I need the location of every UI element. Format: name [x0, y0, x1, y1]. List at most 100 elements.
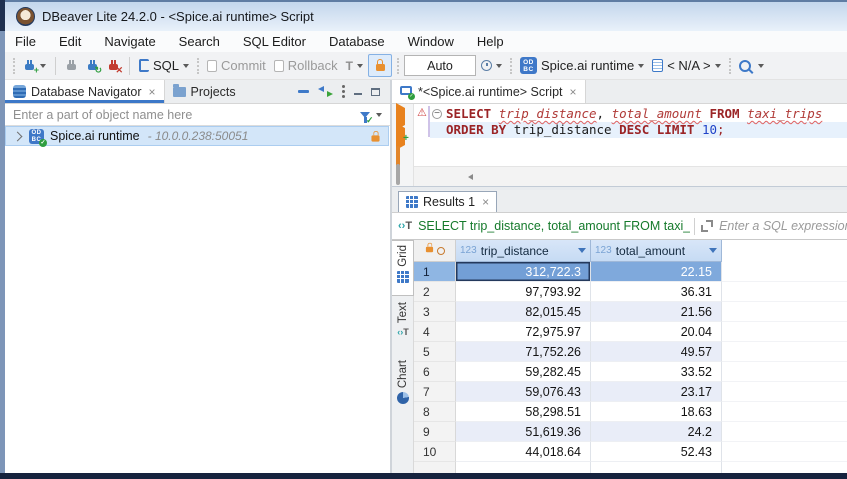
cell-trip-distance[interactable]: 51,619.36 [456, 422, 591, 442]
tab-chart-view[interactable]: Chart [392, 356, 414, 412]
tab-grid-view[interactable]: Grid [392, 240, 414, 296]
sql-expression-input[interactable]: Enter a SQL expression to [719, 219, 847, 233]
cell-trip-distance[interactable]: 82,015.45 [456, 302, 591, 322]
column-header-trip-distance[interactable]: 123 trip_distance [456, 240, 591, 262]
cell-total-amount[interactable]: 49.57 [591, 342, 722, 362]
fold-collapse-icon[interactable]: − [432, 109, 442, 119]
search-button[interactable] [736, 58, 767, 74]
menu-item-edit[interactable]: Edit [59, 34, 81, 49]
cell-total-amount[interactable]: 33.52 [591, 362, 722, 382]
chevron-down-icon[interactable] [376, 113, 382, 117]
executed-query-text: SELECT trip_distance, total_amount FROM … [418, 219, 690, 233]
close-icon[interactable]: × [148, 87, 155, 97]
row-filler [722, 422, 847, 442]
active-schema-selector[interactable]: < N/A > [649, 56, 723, 75]
minimize-view-icon[interactable] [354, 88, 362, 95]
cell-total-amount[interactable]: 24.2 [591, 422, 722, 442]
reconnect-button[interactable]: ↻ [83, 57, 102, 74]
cell-total-amount[interactable]: 36.31 [591, 282, 722, 302]
cell-total-amount[interactable]: 21.56 [591, 302, 722, 322]
column-name: total_amount [616, 244, 685, 258]
dbeaver-window: DBeaver Lite 24.2.0 - <Spice.ai runtime>… [0, 0, 847, 479]
transaction-log-button[interactable]: T [343, 57, 366, 75]
toolbar-drag-handle [510, 58, 512, 74]
transaction-history-button[interactable] [478, 58, 505, 73]
cell-total-amount[interactable]: 23.17 [591, 382, 722, 402]
commit-mode-combo[interactable]: Auto [404, 55, 476, 76]
row-number[interactable]: 9 [414, 422, 456, 442]
close-icon[interactable]: × [482, 197, 489, 207]
filter-dropdown-icon[interactable] [578, 248, 586, 253]
connection-tree-item[interactable]: ODBC Spice.ai runtime - 10.0.0.238:50051 [5, 126, 389, 146]
row-number[interactable]: 6 [414, 362, 456, 382]
sql-code-area[interactable]: ⚠ − SELECT trip_distance, total_amount F… [392, 104, 847, 166]
sql-line-2[interactable]: ORDER BY trip_distance DESC LIMIT 10; [446, 122, 725, 138]
filter-dropdown-icon[interactable] [709, 248, 717, 253]
odbc-driver-icon: ODBC [520, 57, 537, 74]
grid-corner-cell[interactable] [414, 240, 456, 262]
maximize-view-icon[interactable] [371, 88, 380, 96]
sql-editor-panel: ✓ *<Spice.ai runtime> Script × ⚠ − SELEC… [392, 80, 847, 473]
expand-panel-icon[interactable] [701, 220, 713, 232]
cell-trip-distance[interactable]: 59,282.45 [456, 362, 591, 382]
cell-trip-distance[interactable]: 59,076.43 [456, 382, 591, 402]
autocommit-toggle[interactable] [368, 54, 392, 77]
cell-total-amount[interactable]: 52.43 [591, 442, 722, 462]
menu-item-search[interactable]: Search [179, 34, 220, 49]
tab-projects[interactable]: Projects [165, 80, 244, 103]
tab-text-view[interactable]: Text ‹›T [392, 298, 414, 354]
odbc-driver-icon: ODBC [29, 129, 44, 144]
object-filter-input[interactable] [5, 107, 360, 123]
view-menu-icon[interactable] [342, 85, 345, 98]
window-frame-left [0, 0, 5, 479]
tab-results-1[interactable]: Results 1 × [398, 191, 497, 212]
active-connection-selector[interactable]: ODBC Spice.ai runtime [517, 55, 647, 76]
close-icon[interactable]: × [570, 87, 577, 97]
row-number[interactable]: 10 [414, 442, 456, 462]
link-with-editor-icon[interactable] [318, 86, 333, 97]
expander-chevron-icon[interactable] [13, 131, 23, 141]
rollback-button[interactable]: Rollback [271, 56, 341, 75]
menu-item-file[interactable]: File [15, 34, 36, 49]
cell-trip-distance[interactable]: 58,298.51 [456, 402, 591, 422]
cell-total-amount[interactable]: 22.15 [591, 262, 722, 282]
new-sql-editor-button[interactable]: SQL [136, 56, 192, 75]
row-number[interactable]: 8 [414, 402, 456, 422]
sql-line-1[interactable]: SELECT trip_distance, total_amount FROM … [446, 106, 822, 122]
row-number[interactable]: 2 [414, 282, 456, 302]
commit-button[interactable]: Commit [204, 56, 269, 75]
menu-item-navigate[interactable]: Navigate [104, 34, 155, 49]
cell-total-amount[interactable]: 18.63 [591, 402, 722, 422]
menu-item-window[interactable]: Window [408, 34, 454, 49]
main-toolbar: + ↻ ✕ SQL Commit Rollback T [5, 52, 847, 80]
editor-horizontal-scrollbar[interactable] [414, 166, 847, 186]
row-number[interactable]: 5 [414, 342, 456, 362]
toolbar-drag-handle [13, 58, 15, 74]
row-number[interactable]: 7 [414, 382, 456, 402]
collapse-all-icon[interactable] [298, 90, 309, 93]
cell-trip-distance[interactable]: 72,975.97 [456, 322, 591, 342]
tab-database-navigator[interactable]: Database Navigator × [5, 80, 165, 103]
row-number[interactable]: 4 [414, 322, 456, 342]
column-header-total-amount[interactable]: 123 total_amount [591, 240, 722, 262]
disconnect-button[interactable]: ✕ [104, 57, 123, 74]
menu-item-help[interactable]: Help [477, 34, 504, 49]
new-connection-button[interactable]: + [20, 57, 49, 74]
cell-total-amount[interactable]: 20.04 [591, 322, 722, 342]
row-number[interactable]: 3 [414, 302, 456, 322]
menu-item-database[interactable]: Database [329, 34, 385, 49]
menu-item-sql-editor[interactable]: SQL Editor [243, 34, 306, 49]
cell-trip-distance[interactable]: 44,018.64 [456, 442, 591, 462]
scroll-left-icon[interactable] [468, 174, 473, 180]
execute-new-tab-button[interactable]: + [396, 128, 405, 146]
tab-script-editor[interactable]: ✓ *<Spice.ai runtime> Script × [392, 80, 586, 103]
row-number[interactable]: 1 [414, 262, 456, 282]
tab-label: Database Navigator [31, 85, 141, 99]
connect-button[interactable] [62, 57, 81, 74]
cell-trip-distance[interactable]: 97,793.92 [456, 282, 591, 302]
results-grid: 123 trip_distance 123 total_amount 1312,… [414, 240, 847, 473]
filter-funnel-icon[interactable]: ✓ [360, 112, 370, 118]
cell-trip-distance[interactable]: 71,752.26 [456, 342, 591, 362]
cell-trip-distance[interactable]: 312,722.3 [456, 262, 591, 282]
execute-script-disabled-button[interactable] [396, 166, 400, 184]
